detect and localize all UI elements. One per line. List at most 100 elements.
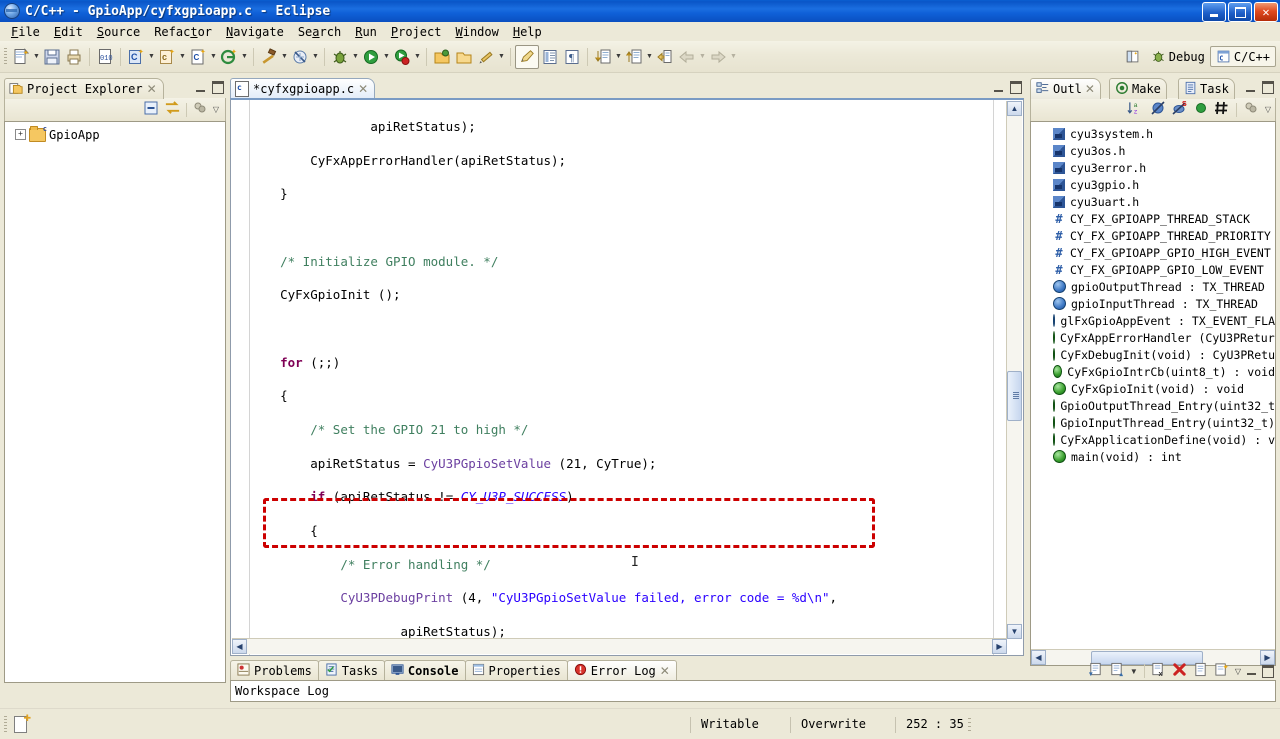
minimize-view-icon[interactable]	[1246, 89, 1255, 92]
delete-log-icon[interactable]: x	[1151, 662, 1166, 680]
menu-refactor[interactable]: Refactor	[147, 24, 219, 40]
new-class-wizard-dropdown-icon[interactable]: ▼	[240, 46, 249, 68]
search-dropdown-icon[interactable]: ▼	[497, 46, 506, 68]
build-hammer-icon[interactable]	[258, 46, 280, 68]
tree-item-gpioapp[interactable]: + c GpioApp	[5, 125, 225, 143]
save-icon[interactable]	[41, 46, 63, 68]
outline-item[interactable]: gpioOutputThread : TX_THREAD	[1031, 278, 1275, 295]
new-c-class-dropdown-icon[interactable]: ▼	[178, 46, 187, 68]
run-last-tool-icon[interactable]	[391, 46, 413, 68]
tab-task[interactable]: Task	[1178, 78, 1235, 99]
new-c-class-icon[interactable]: c ✦	[156, 46, 178, 68]
outline-item[interactable]: cyu3uart.h	[1031, 193, 1275, 210]
view-menu-icon[interactable]: ▽	[1235, 667, 1241, 676]
pilcrow-icon[interactable]: ¶	[561, 46, 583, 68]
menu-navigate[interactable]: Navigate	[219, 24, 291, 40]
menu-search[interactable]: Search	[291, 24, 348, 40]
open-element-icon[interactable]	[453, 46, 475, 68]
editor-gutter[interactable]	[231, 100, 250, 655]
menu-project[interactable]: Project	[384, 24, 449, 40]
open-log-icon[interactable]	[1193, 662, 1208, 680]
collapse-all-icon[interactable]	[143, 100, 159, 119]
next-annotation-dropdown-icon[interactable]: ▼	[614, 46, 623, 68]
new-c-source-icon[interactable]: C ✦	[187, 46, 209, 68]
toggle-marker-icon[interactable]	[515, 44, 539, 69]
open-perspective-button[interactable]: ✦	[1120, 47, 1146, 67]
outline-item[interactable]: CyFxDebugInit(void) : CyU3PRetu	[1031, 346, 1275, 363]
perspective-cpp[interactable]: C C/C++	[1209, 46, 1276, 67]
minimize-view-icon[interactable]	[196, 89, 205, 92]
restore-log-icon[interactable]: ✦	[1214, 662, 1229, 680]
perspective-debug[interactable]: Debug	[1146, 47, 1210, 66]
outline-item[interactable]: GpioOutputThread_Entry(uint32_t	[1031, 397, 1275, 414]
build-clean-dropdown-icon[interactable]: ▼	[311, 46, 320, 68]
menu-source[interactable]: Source	[90, 24, 147, 40]
outline-item[interactable]: cyu3gpio.h	[1031, 176, 1275, 193]
editor-vertical-scrollbar[interactable]: ▲ ▼	[1006, 101, 1022, 639]
close-tab-icon[interactable]: ✕	[358, 82, 368, 96]
show-whitespace-icon[interactable]	[539, 46, 561, 68]
tab-properties[interactable]: Properties	[464, 660, 568, 680]
view-dropdown-icon[interactable]: ▼	[1130, 667, 1138, 676]
run-icon[interactable]	[360, 46, 382, 68]
outline-item[interactable]: main(void) : int	[1031, 448, 1275, 465]
status-resize-grip[interactable]	[968, 718, 971, 732]
outline-item[interactable]: CyFxGpioIntrCb(uint8_t) : void	[1031, 363, 1275, 380]
build-clean-icon[interactable]	[289, 46, 311, 68]
outline-item[interactable]: CyFxGpioInit(void) : void	[1031, 380, 1275, 397]
tab-project-explorer[interactable]: Project Explorer ✕	[4, 78, 164, 99]
restore-button[interactable]	[1228, 2, 1252, 22]
open-resource-icon[interactable]	[431, 46, 453, 68]
hide-fields-icon[interactable]	[1150, 100, 1166, 119]
menu-edit[interactable]: Edit	[47, 24, 90, 40]
outline-item[interactable]: # CY_FX_GPIOAPP_GPIO_LOW_EVENT	[1031, 261, 1275, 278]
outline-item[interactable]: GpioInputThread_Entry(uint32_t)	[1031, 414, 1275, 431]
maximize-view-icon[interactable]	[1262, 664, 1274, 678]
new-c-project-icon[interactable]: C ✦	[125, 46, 147, 68]
debug-icon[interactable]	[329, 46, 351, 68]
close-tab-icon[interactable]: ✕	[147, 82, 157, 96]
view-menu-icon[interactable]	[1243, 101, 1259, 118]
menu-run[interactable]: Run	[348, 24, 384, 40]
menu-window[interactable]: Window	[448, 24, 505, 40]
search-pencil-icon[interactable]	[475, 46, 497, 68]
tab-make[interactable]: Make	[1109, 78, 1167, 99]
link-with-editor-icon[interactable]	[164, 100, 181, 119]
view-menu-icon[interactable]	[192, 101, 208, 118]
tab-cyfxgpioapp-c[interactable]: c *cyfxgpioapp.c ✕	[230, 78, 376, 99]
previous-annotation-dropdown-icon[interactable]: ▼	[645, 46, 654, 68]
toolbar-grip[interactable]	[4, 47, 7, 66]
hide-macros-icon[interactable]	[1214, 100, 1230, 119]
previous-annotation-icon[interactable]	[623, 46, 645, 68]
last-edit-location-icon[interactable]	[654, 46, 676, 68]
new-file-dropdown-icon[interactable]: ▼	[32, 46, 41, 68]
project-tree[interactable]: + c GpioApp	[4, 121, 226, 683]
hide-nonpublic-icon[interactable]	[1194, 101, 1208, 118]
new-c-project-dropdown-icon[interactable]: ▼	[147, 46, 156, 68]
tab-outline[interactable]: Outl ✕	[1030, 78, 1101, 99]
outline-item[interactable]: cyu3system.h	[1031, 125, 1275, 142]
run-dropdown-icon[interactable]: ▼	[382, 46, 391, 68]
tab-problems[interactable]: Problems	[230, 660, 319, 680]
build-dropdown-icon[interactable]: ▼	[280, 46, 289, 68]
outline-list[interactable]: cyu3system.h cyu3os.h cyu3error.h cyu3gp…	[1030, 121, 1276, 666]
export-log-icon[interactable]	[1088, 662, 1103, 680]
sort-az-icon[interactable]: az	[1127, 100, 1144, 119]
close-button[interactable]: ✕	[1254, 2, 1278, 22]
clear-log-icon[interactable]	[1172, 662, 1187, 680]
maximize-view-icon[interactable]	[1010, 81, 1022, 94]
menu-help[interactable]: Help	[506, 24, 549, 40]
outline-item[interactable]: # CY_FX_GPIOAPP_GPIO_HIGH_EVENT	[1031, 244, 1275, 261]
view-dropdown-icon[interactable]: ▽	[1265, 105, 1271, 114]
scroll-down-arrow[interactable]: ▼	[1007, 624, 1022, 639]
scroll-right-arrow[interactable]: ▶	[992, 639, 1007, 654]
scroll-up-arrow[interactable]: ▲	[1007, 101, 1022, 116]
import-log-icon[interactable]	[1109, 662, 1124, 680]
source-code-area[interactable]: apiRetStatus); CyFxAppErrorHandler(apiRe…	[250, 102, 993, 639]
minimize-view-icon[interactable]	[1247, 673, 1256, 675]
scroll-left-arrow[interactable]: ◀	[232, 639, 247, 654]
tab-error-log[interactable]: Error Log ✕	[566, 660, 677, 680]
outline-item[interactable]: cyu3os.h	[1031, 142, 1275, 159]
next-annotation-icon[interactable]	[592, 46, 614, 68]
run-last-tool-dropdown-icon[interactable]: ▼	[413, 46, 422, 68]
